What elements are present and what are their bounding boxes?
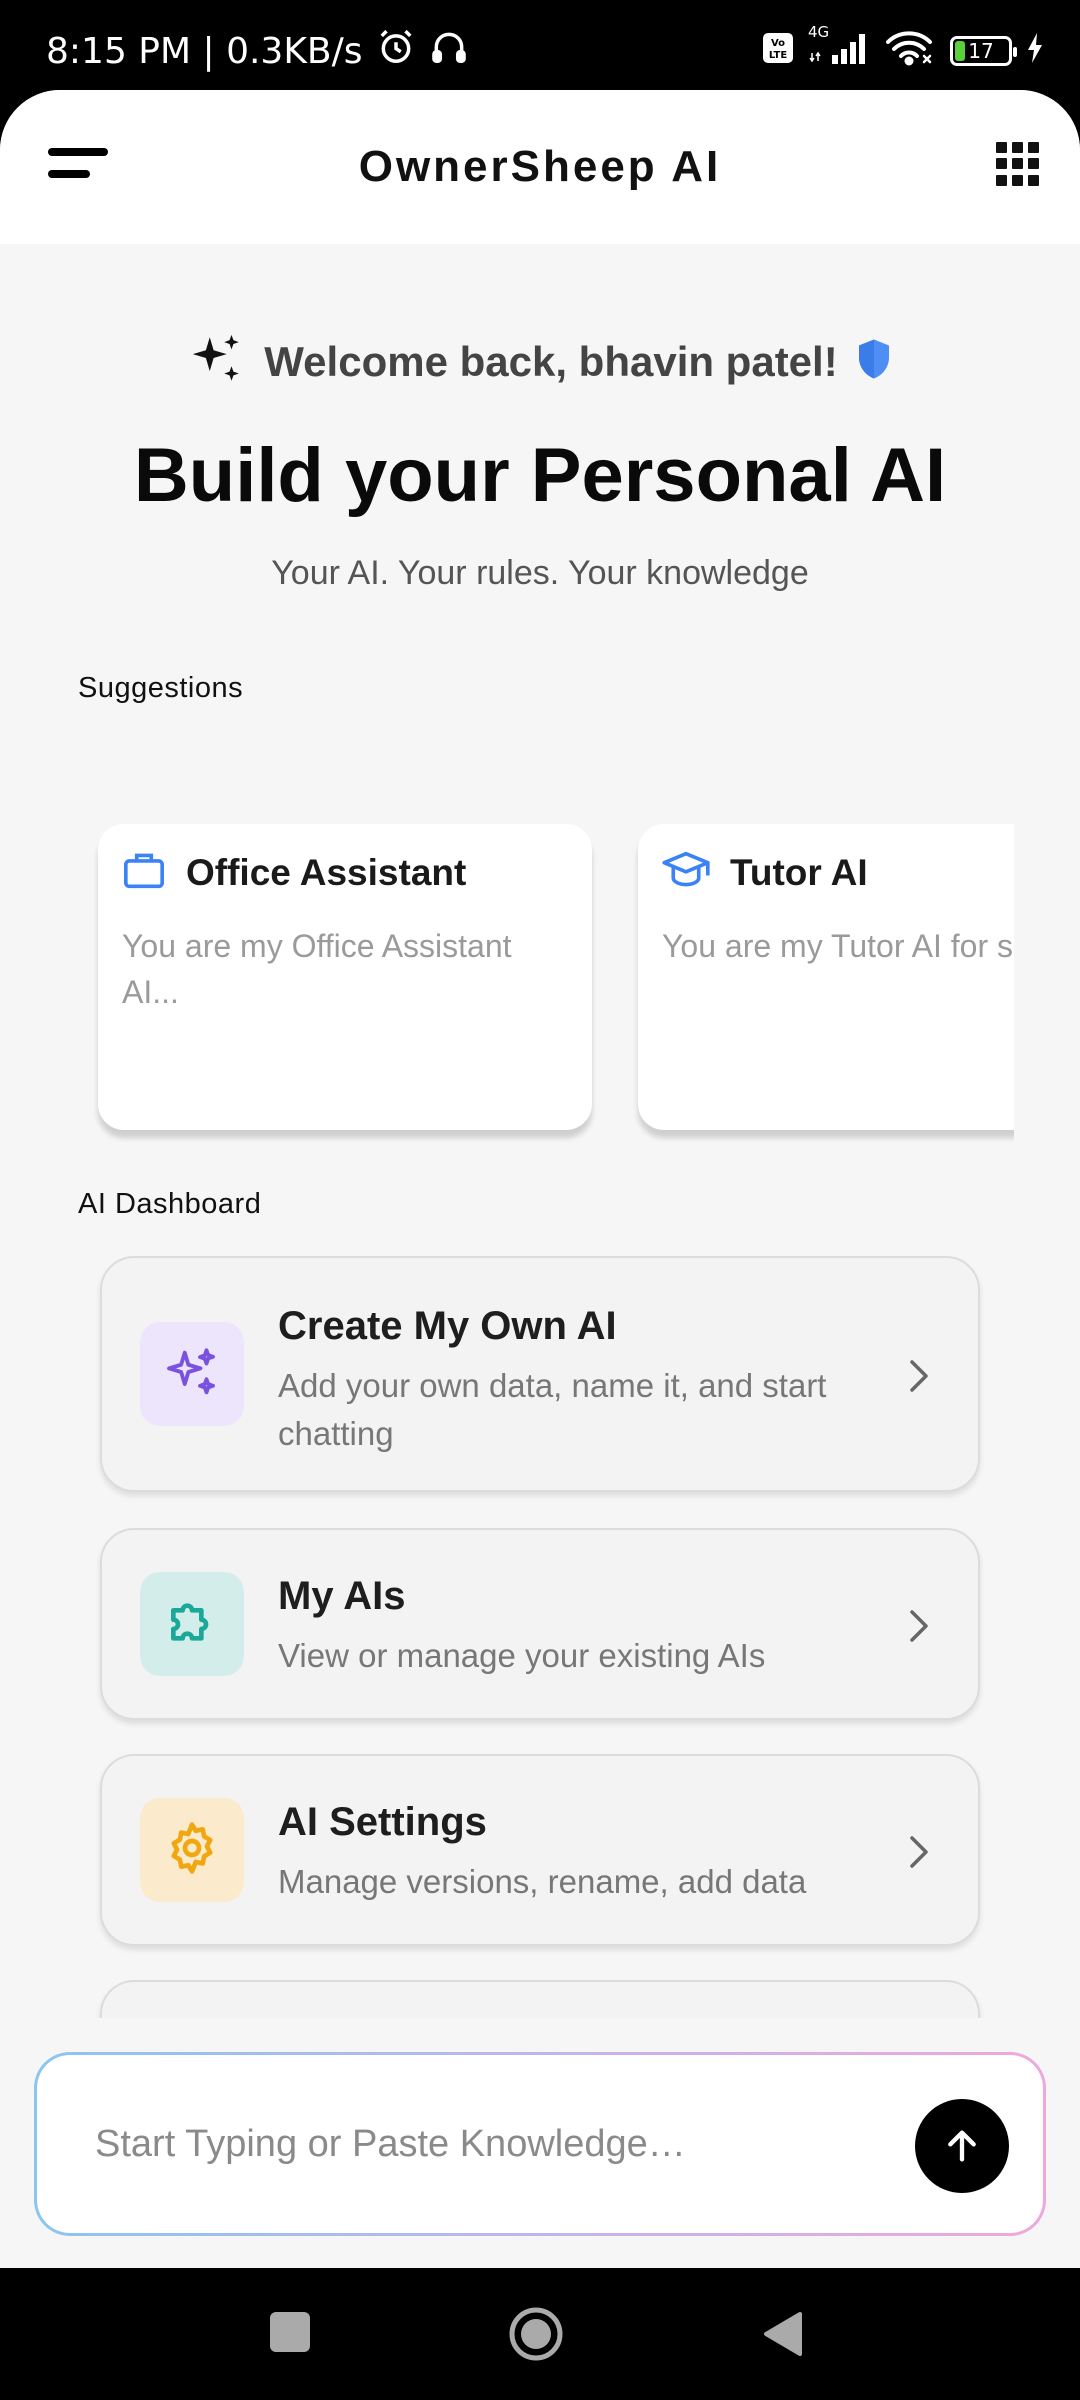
grid-icon-dot — [1012, 174, 1023, 186]
grid-icon-dot — [996, 158, 1007, 170]
app-title: OwnerSheep AI — [358, 142, 722, 191]
suggestion-card-header: Tutor AI — [662, 850, 1014, 895]
hero-title: Build your Personal AI — [133, 433, 947, 518]
knowledge-input[interactable] — [95, 2111, 875, 2177]
sparkles-icon — [188, 330, 246, 393]
alarm-icon — [377, 28, 415, 75]
graduation-cap-icon — [662, 850, 710, 895]
gear-icon — [164, 1820, 220, 1881]
grid-icon-dot — [1028, 142, 1039, 153]
grid-icon-dot — [996, 142, 1007, 153]
suggestion-card-office-assistant[interactable]: Office Assistant You are my Office Assis… — [98, 824, 592, 1130]
dashboard-card-title: My AIs — [278, 1574, 406, 1618]
battery-icon: 17 — [950, 35, 1017, 66]
welcome-text: Welcome back, bhavin patel! — [264, 337, 838, 385]
status-right: Vo LTE 4G 17 — [762, 23, 1044, 71]
recents-button[interactable] — [268, 2310, 312, 2354]
sparkles-icon — [163, 1343, 221, 1406]
signal-icon: 4G — [808, 23, 870, 70]
chevron-right-icon — [910, 1360, 928, 1392]
volte-icon: Vo LTE — [762, 32, 794, 69]
dashboard-card-description: Add your own data, name it, and start ch… — [278, 1367, 827, 1452]
app-screen: OwnerSheep AI Welcome back, bhavin patel… — [0, 90, 1080, 2268]
suggestions-carousel[interactable]: Office Assistant You are my Office Assis… — [78, 730, 1014, 1142]
suggestion-title: Tutor AI — [730, 851, 868, 893]
suggestion-card-tutor-ai[interactable]: Tutor AI You are my Tutor AI for school … — [638, 824, 1014, 1130]
back-button[interactable] — [760, 2310, 804, 2358]
wifi-icon — [884, 30, 936, 71]
grid-icon-dot — [1028, 174, 1039, 186]
app-header: OwnerSheep AI — [0, 90, 1080, 244]
dashboard-card-my-ais[interactable]: My AIs View or manage your existing AIs — [100, 1528, 980, 1720]
headphones-icon — [429, 28, 469, 75]
dashboard-card-ai-settings[interactable]: AI Settings Manage versions, rename, add… — [100, 1754, 980, 1946]
suggestion-title: Office Assistant — [186, 851, 467, 893]
shield-icon — [856, 338, 892, 385]
suggestions-label: Suggestions — [78, 672, 244, 704]
suggestion-description: You are my Office Assistant AI... — [122, 928, 512, 1010]
suggestion-description: You are my Tutor AI for school and colle… — [662, 928, 1014, 964]
charging-icon — [1026, 32, 1044, 69]
dashboard-label: AI Dashboard — [78, 1188, 262, 1220]
dashboard-card-title: Create My Own AI — [278, 1304, 617, 1348]
home-button[interactable] — [508, 2306, 564, 2362]
grid-icon-dot — [1028, 158, 1039, 170]
composer — [34, 2052, 1046, 2236]
briefcase-icon — [122, 850, 166, 895]
arrow-up-icon — [948, 2130, 976, 2162]
dashboard-icon-tile — [140, 1322, 244, 1426]
status-left: 8:15 PM | 0.3KB/s — [46, 28, 469, 75]
network-type-label: 4G — [808, 23, 830, 41]
dashboard-card-title: AI Settings — [278, 1800, 487, 1844]
status-bar: 8:15 PM | 0.3KB/s Vo LTE 4G 17 — [0, 0, 1080, 90]
grid-icon-dot — [1012, 158, 1023, 170]
dashboard-icon-tile — [140, 1798, 244, 1902]
dashboard-card-create-ai[interactable]: Create My Own AI Add your own data, name… — [100, 1256, 980, 1492]
system-nav-bar — [0, 2268, 1080, 2400]
grid-icon-dot — [1012, 142, 1023, 153]
grid-icon-dot — [996, 174, 1007, 186]
send-button[interactable] — [915, 2099, 1009, 2193]
dashboard-card-description: Manage versions, rename, add data — [278, 1863, 807, 1900]
status-time-speed: 8:15 PM | 0.3KB/s — [46, 31, 363, 72]
svg-text:LTE: LTE — [769, 50, 788, 61]
chevron-right-icon — [910, 1610, 928, 1642]
apps-grid-button[interactable] — [996, 142, 1040, 186]
welcome-row: Welcome back, bhavin patel! — [0, 330, 1080, 393]
svg-text:Vo: Vo — [771, 38, 785, 49]
chevron-right-icon — [910, 1836, 928, 1868]
dashboard-card-description: View or manage your existing AIs — [278, 1637, 766, 1674]
dashboard-icon-tile — [140, 1572, 244, 1676]
battery-level: 17 — [968, 38, 994, 63]
puzzle-icon — [164, 1594, 220, 1655]
suggestion-card-header: Office Assistant — [122, 850, 568, 895]
composer-inner — [37, 2055, 1043, 2233]
hero-subtitle: Your AI. Your rules. Your knowledge — [271, 554, 809, 592]
